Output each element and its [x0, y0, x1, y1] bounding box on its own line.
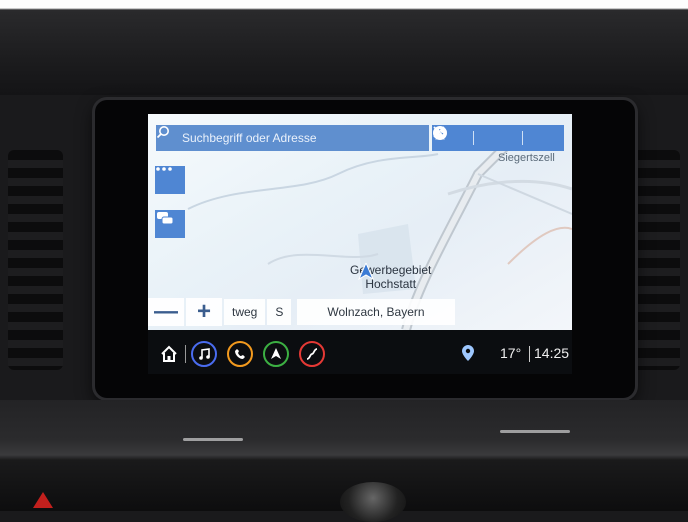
dashboard-top	[0, 0, 688, 95]
map-controls: — + tweg S Wolnzach, Bayern	[148, 298, 572, 326]
vehicle-position-marker	[358, 263, 374, 281]
more-options-button[interactable]	[155, 166, 185, 194]
close-icon	[433, 126, 445, 138]
separator	[521, 131, 523, 145]
home-button[interactable]	[158, 343, 180, 365]
navigation-map[interactable]: Suchbegriff oder Adresse Siegertszell Ge…	[148, 114, 572, 330]
map-top-actions	[432, 125, 564, 151]
audio-button[interactable]	[191, 341, 217, 367]
chrome-trim	[500, 430, 570, 433]
infotainment-screen: Suchbegriff oder Adresse Siegertszell Ge…	[148, 114, 572, 374]
phone-icon	[235, 349, 245, 359]
separator	[473, 131, 475, 145]
search-input[interactable]: Suchbegriff oder Adresse	[156, 125, 429, 151]
outside-temperature: 17°	[500, 345, 522, 361]
traffic-icon	[157, 212, 174, 225]
chrome-trim	[183, 438, 243, 441]
recent-destinations-button[interactable]	[433, 126, 510, 149]
hazard-button[interactable]	[33, 492, 53, 508]
clock-time: 14:25	[534, 345, 570, 361]
bottom-taskbar: 17° 14:25	[148, 334, 572, 374]
taskbar-separator	[185, 345, 186, 363]
navigation-button[interactable]	[263, 341, 289, 367]
search-placeholder: Suchbegriff oder Adresse	[182, 131, 317, 145]
current-location-label: Wolnzach, Bayern	[297, 299, 455, 325]
zoom-in-button[interactable]: +	[186, 298, 222, 326]
volume-knob[interactable]	[340, 482, 406, 522]
current-road-label: tweg	[224, 299, 266, 325]
map-place-label: Siegertszell	[498, 152, 555, 164]
clock-separator	[529, 346, 530, 362]
music-icon	[199, 348, 210, 360]
connectivity-button[interactable]	[299, 341, 325, 367]
connectivity-icon	[306, 348, 318, 360]
close-button[interactable]	[433, 126, 558, 149]
phone-button[interactable]	[227, 341, 253, 367]
zoom-out-button[interactable]: —	[148, 298, 184, 326]
traffic-button[interactable]	[155, 210, 185, 238]
heading-indicator: S	[267, 299, 292, 325]
air-vent-left	[8, 150, 63, 370]
navigation-icon	[271, 348, 281, 359]
more-icon	[156, 167, 172, 171]
search-icon	[156, 126, 180, 147]
location-pin-icon	[462, 345, 474, 361]
navigation-arrow-icon	[358, 263, 374, 281]
home-icon	[161, 345, 177, 362]
